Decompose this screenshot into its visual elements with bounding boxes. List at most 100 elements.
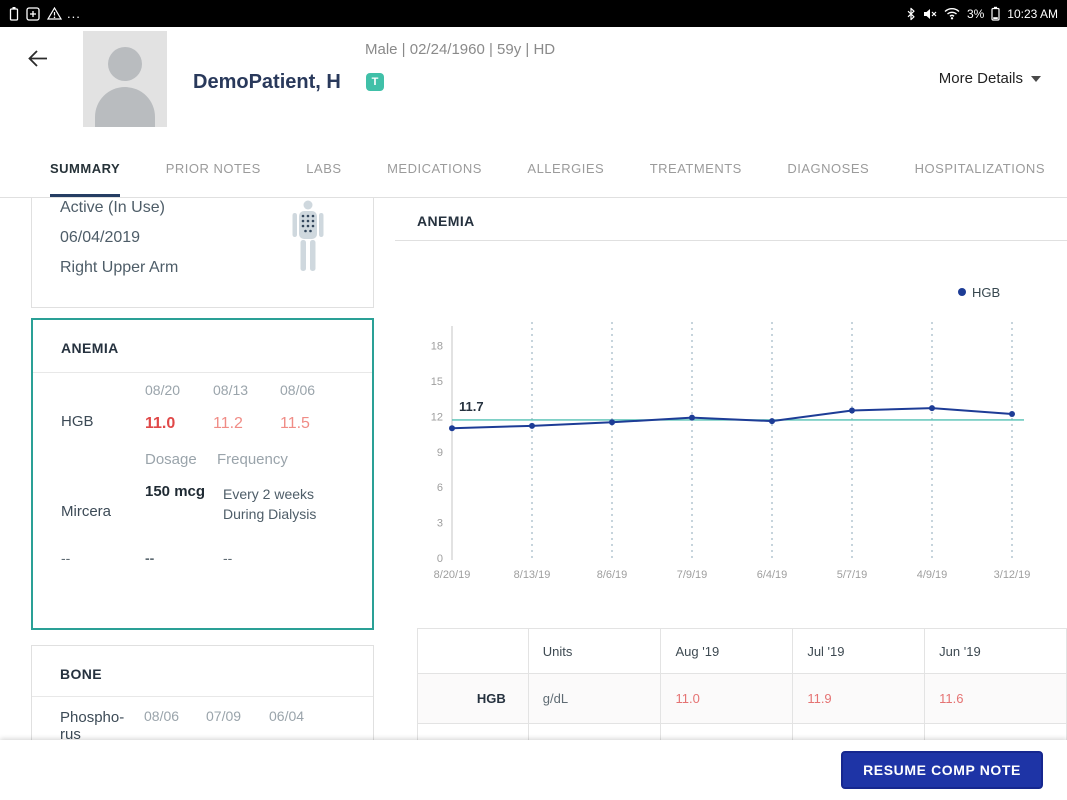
tab-prior-notes[interactable]: PRIOR NOTES [166, 140, 261, 197]
status-bar-right: 3% 10:23 AM [906, 6, 1058, 21]
tab-label: TREATMENTS [649, 161, 742, 176]
svg-text:0: 0 [437, 553, 443, 565]
bone-date-3: 06/04 [269, 708, 305, 724]
svg-text:7/9/19: 7/9/19 [677, 569, 708, 581]
table-header-row: Units Aug '19 Jul '19 Jun '19 [417, 628, 1067, 674]
battery-percent: 3% [966, 6, 985, 21]
tab-label: MEDICATIONS [387, 161, 482, 176]
access-date: 06/04/2019 [60, 229, 141, 246]
svg-text:8/6/19: 8/6/19 [597, 569, 628, 581]
col-date-3: 08/06 [280, 382, 316, 398]
access-card[interactable]: Active (In Use) 06/04/2019 Right Upper A… [31, 198, 374, 308]
wifi-icon [944, 8, 960, 20]
transplant-badge: T [366, 73, 384, 91]
hgb-value-1: 11.0 [145, 415, 176, 432]
table-row: HGB g/dL 11.0 11.9 11.6 [417, 673, 1067, 724]
svg-text:3: 3 [437, 518, 443, 530]
tab-summary[interactable]: SUMMARY [50, 140, 121, 197]
avatar-shoulders [95, 87, 155, 127]
bone-card-title: BONE [60, 666, 103, 682]
svg-text:8/13/19: 8/13/19 [514, 569, 551, 581]
back-button[interactable] [26, 47, 52, 73]
svg-text:15: 15 [431, 376, 443, 388]
bone-card[interactable]: BONE Phospho- rus 08/06 07/09 06/04 [31, 645, 374, 740]
section-title: ANEMIA [417, 213, 475, 229]
header-units: Units [527, 628, 662, 674]
bone-date-2: 07/09 [206, 708, 242, 724]
warning-icon [47, 7, 62, 20]
tab-label: LABS [306, 161, 342, 176]
svg-text:6: 6 [437, 482, 443, 494]
dosage-value: 150 mcg [145, 483, 206, 500]
phosphorus-label-line2: rus [60, 726, 81, 740]
back-arrow-icon [28, 50, 47, 67]
dosage-header: Dosage [145, 451, 197, 468]
tab-treatments[interactable]: TREATMENTS [650, 140, 742, 197]
footer-bar: RESUME COMP NOTE [0, 740, 1067, 800]
phosphorus-row-label: Phospho- rus [60, 709, 124, 740]
phosphorus-label-line1: Phospho- [60, 709, 125, 726]
content-area: Active (In Use) 06/04/2019 Right Upper A… [0, 198, 1067, 740]
tab-labs[interactable]: LABS [306, 140, 341, 197]
anemia-card-title: ANEMIA [61, 340, 119, 356]
access-status: Active (In Use) [60, 199, 165, 216]
svg-text:9: 9 [437, 447, 443, 459]
header-jun: Jun '19 [924, 628, 1067, 674]
status-bar-left: ... [9, 6, 81, 21]
header-aug: Aug '19 [660, 628, 794, 674]
volume-mute-icon [923, 8, 937, 19]
svg-text:6/4/19: 6/4/19 [757, 569, 788, 581]
hgb-units: g/dL [527, 673, 662, 724]
hgb-chart: 0 3 6 9 12 15 18 8/20/19 8/13/19 8/6/19 7/9/19 6/4/… [417, 256, 1065, 598]
svg-text:8/20/19: 8/20/19 [434, 569, 471, 581]
status-bar: ... 3% 10:23 AM [0, 0, 1067, 27]
body-diagram-icon [292, 200, 324, 271]
hgb-aug-value: 11.0 [660, 673, 794, 724]
battery-icon [991, 6, 1000, 21]
battery-outline-icon [9, 7, 19, 21]
tab-label: ALLERGIES [527, 161, 605, 176]
svg-text:18: 18 [431, 341, 443, 353]
empty-value-2: -- [145, 550, 155, 566]
empty-value-3: -- [223, 550, 233, 566]
tab-hospitalizations[interactable]: HOSPITALIZATIONS [915, 140, 1045, 197]
hgb-row-label: HGB [61, 413, 94, 430]
divider [395, 240, 1067, 241]
divider [32, 696, 373, 697]
tab-label: PRIOR NOTES [165, 161, 261, 176]
hgb-jul-value: 11.9 [792, 673, 926, 724]
hgb-value-3: 11.5 [280, 415, 310, 432]
svg-text:5/7/19: 5/7/19 [837, 569, 868, 581]
med-label: Mircera [61, 503, 112, 520]
patient-header: DemoPatient, H Male | 02/24/1960 | 59y |… [0, 27, 1067, 140]
row-label-hgb: HGB [417, 673, 529, 724]
resume-comp-note-button[interactable]: RESUME COMP NOTE [841, 751, 1043, 789]
col-date-2: 08/13 [213, 382, 249, 398]
bluetooth-icon [907, 7, 915, 20]
header-empty [417, 628, 529, 674]
add-box-icon [26, 6, 40, 21]
tab-label: SUMMARY [50, 161, 121, 176]
clock: 10:23 AM [1007, 6, 1058, 21]
col-date-1: 08/20 [145, 382, 181, 398]
svg-text:11.7: 11.7 [459, 399, 484, 414]
empty-value-1: -- [61, 550, 71, 566]
svg-text:4/9/19: 4/9/19 [917, 569, 948, 581]
hgb-jun-value: 11.6 [924, 673, 1067, 724]
frequency-line-1: Every 2 weeks [223, 486, 315, 502]
header-jul: Jul '19 [792, 628, 926, 674]
table-row-clipped [417, 723, 1067, 740]
tab-diagnoses[interactable]: DIAGNOSES [787, 140, 869, 197]
avatar-head [108, 47, 142, 81]
patient-demographics: Male | 02/24/1960 | 59y | HD [365, 41, 556, 58]
status-overflow-dots: ... [67, 6, 81, 21]
svg-text:HGB: HGB [972, 285, 1000, 300]
anemia-detail-panel: ANEMIA 0 3 6 9 12 15 18 8/20/19 8/13/19 8/6/19 7/9… [395, 198, 1067, 740]
more-details-button[interactable]: More Details [939, 70, 1041, 87]
tab-allergies[interactable]: ALLERGIES [527, 140, 604, 197]
more-details-label: More Details [938, 70, 1023, 87]
patient-name: DemoPatient, H [193, 71, 341, 93]
patient-avatar [83, 31, 167, 127]
tab-medications[interactable]: MEDICATIONS [387, 140, 482, 197]
anemia-card[interactable]: ANEMIA 08/20 08/13 08/06 HGB 11.0 11.2 1… [31, 318, 374, 630]
